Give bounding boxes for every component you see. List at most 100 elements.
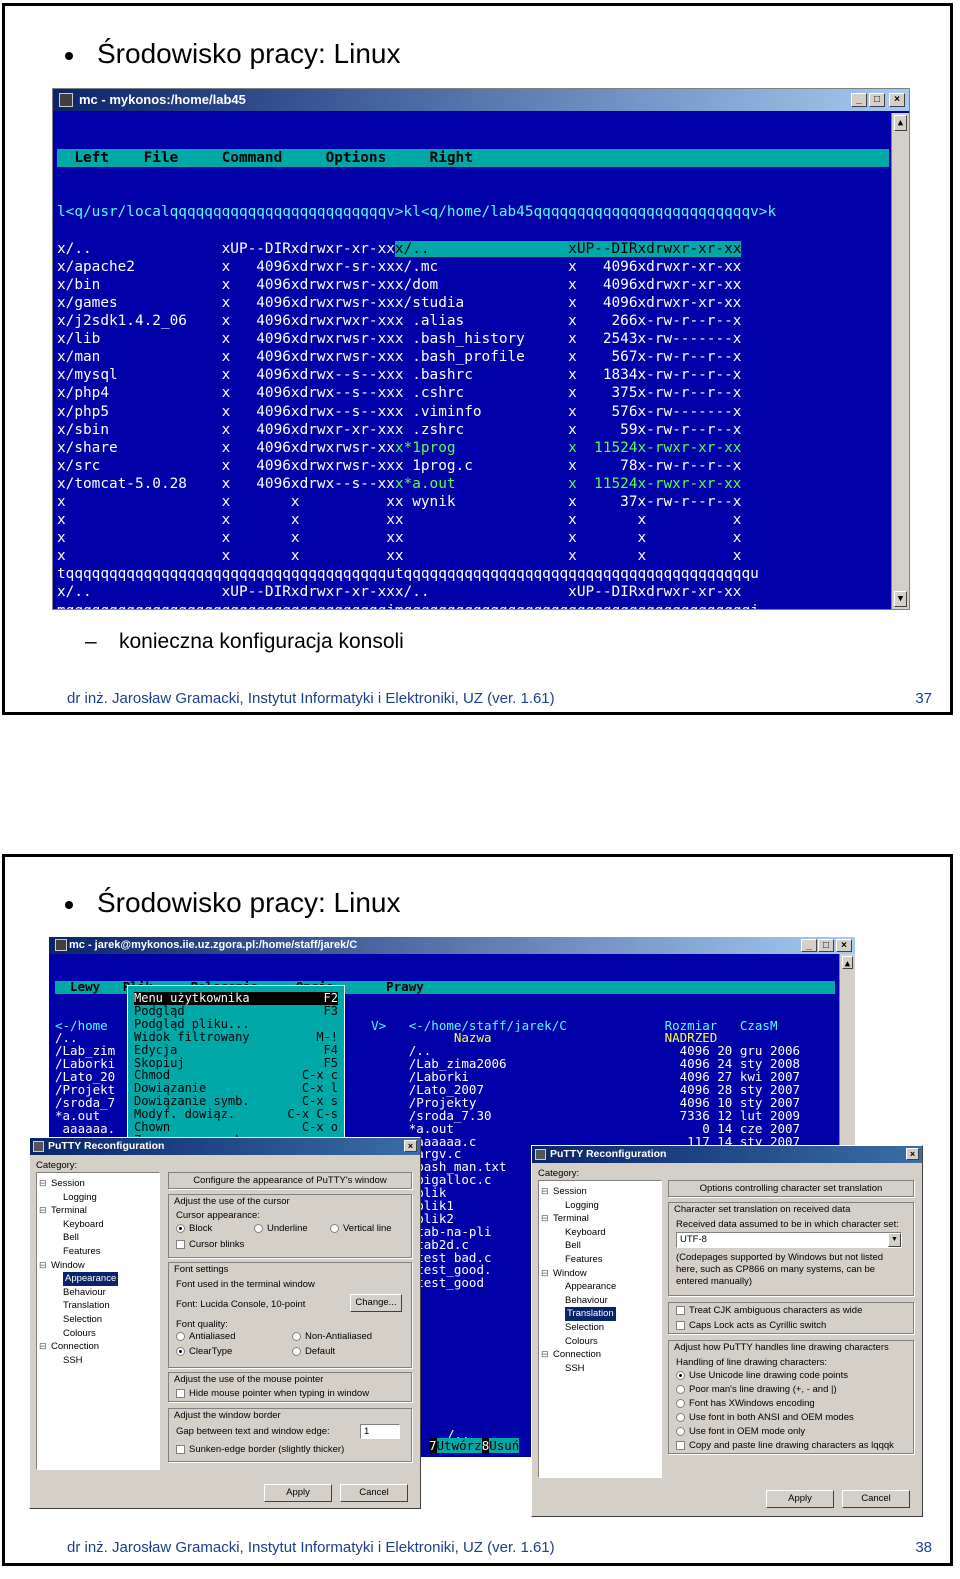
putty-reconfig-translation[interactable]: PuTTY Reconfiguration × Category: Session…	[531, 1145, 923, 1517]
maximize-icon[interactable]: □	[818, 939, 834, 952]
tree-item-bell[interactable]: Bell	[63, 1231, 79, 1245]
checkbox-hide-pointer[interactable]: Hide mouse pointer when typing in window	[176, 1388, 369, 1399]
radio-block[interactable]: Block	[176, 1223, 212, 1234]
cancel-button[interactable]: Cancel	[340, 1484, 408, 1502]
charset-select[interactable]: UTF-8 ▼	[676, 1232, 902, 1248]
apply-button[interactable]: Apply	[264, 1484, 332, 1502]
terminal-line[interactable]: x/.. xUP--DIRxdrwxr-xr-xxx/.. xUP--DIRxd…	[57, 240, 889, 258]
terminal-line[interactable]: x/share x 4096xdrwxrwsr-xxx*1prog x 1152…	[57, 439, 889, 457]
terminal-line[interactable]: x/games x 4096xdrwxrwsr-xxx/studia x 409…	[57, 294, 889, 312]
tree-item-window[interactable]: Window	[51, 1259, 85, 1273]
scrollbar[interactable]: ▲ ▼	[891, 113, 909, 609]
terminal-line[interactable]: x/lib x 4096xdrwxrwsr-xxx .bash_history …	[57, 330, 889, 348]
radio-poor-man[interactable]: Poor man's line drawing (+, - and |)	[676, 1384, 837, 1395]
close-icon[interactable]: ×	[404, 1140, 417, 1152]
apply-button[interactable]: Apply	[766, 1490, 834, 1508]
right-panel-line[interactable]: test_bad.c	[409, 1252, 491, 1265]
executable-entry[interactable]: x*1prog x 11524x-rwxr-xr-xx	[395, 440, 742, 456]
tree-item-terminal[interactable]: Terminal	[51, 1204, 87, 1218]
terminal-line[interactable]: x/man x 4096xdrwxrwsr-xxx .bash_profile …	[57, 348, 889, 366]
checkbox-cursor-blinks[interactable]: Cursor blinks	[176, 1239, 244, 1250]
tree-item-ssh[interactable]: SSH	[565, 1362, 585, 1376]
right-panel-line[interactable]: /sroda_7.30 7336 12 lut 2009	[409, 1110, 800, 1123]
tree-item-appearance[interactable]: Appearance	[63, 1272, 119, 1286]
right-panel-line[interactable]: *a.out 0 14 cze 2007	[409, 1123, 800, 1136]
radio-antialiased[interactable]: Antialiased	[176, 1331, 235, 1342]
terminal-screen[interactable]: Left File Command Options Right l<q/usr/…	[57, 113, 889, 609]
terminal-line[interactable]: x/sbin x 4096xdrwxr-xr-xxx .zshrc x 59x-…	[57, 421, 889, 439]
maximize-icon[interactable]: □	[869, 93, 885, 107]
terminal-line[interactable]: x/src x 4096xdrwxrwsr-xxx 1prog.c x 78x-…	[57, 457, 889, 475]
scroll-up-icon[interactable]: ▲	[842, 956, 853, 969]
terminal-line[interactable]: x/j2sdk1.4.2_06 x 4096xdrwxrwxr-xxx .ali…	[57, 312, 889, 330]
tree-item-behaviour[interactable]: Behaviour	[565, 1294, 608, 1308]
tree-item-logging[interactable]: Logging	[63, 1191, 97, 1205]
right-panel-line[interactable]: /Lato_2007 4096 28 sty 2007	[409, 1084, 800, 1097]
terminal-line[interactable]: x x x xx x x x	[57, 529, 889, 547]
radio-ansi-oem[interactable]: Use font in both ANSI and OEM modes	[676, 1412, 854, 1423]
right-panel-line[interactable]: test_good.	[409, 1264, 491, 1277]
terminal-line[interactable]: x/php5 x 4096xdrwx--s--xxx .viminfo x 57…	[57, 403, 889, 421]
tree-item-appearance[interactable]: Appearance	[565, 1280, 616, 1294]
terminal-line[interactable]: x x x xx wynik x 37x-rw-r--r--x	[57, 493, 889, 511]
tree-item-window[interactable]: Window	[553, 1267, 587, 1281]
right-panel-line[interactable]: /.. 4096 20 gru 2006	[409, 1045, 800, 1058]
fkey-label[interactable]: Usuń	[489, 1438, 520, 1453]
tree-item-selection[interactable]: Selection	[63, 1313, 102, 1327]
change-font-button[interactable]: Change...	[350, 1294, 402, 1312]
radio-vertical-line[interactable]: Vertical line	[330, 1223, 392, 1234]
tree-item-features[interactable]: Features	[63, 1245, 101, 1259]
tree-item-features[interactable]: Features	[565, 1253, 603, 1267]
right-panel-line[interactable]: <-/home/staff/jarek/C Rozmiar CzasM V>	[409, 1020, 835, 1033]
fkey-label[interactable]: Utwórz	[436, 1438, 482, 1453]
right-panel-line[interactable]: Nazwa NADRZED	[409, 1032, 717, 1045]
terminal-line[interactable]: x/apache2 x 4096xdrwxr-sr-xxx/.mc x 4096…	[57, 258, 889, 276]
executable-entry[interactable]: x*a.out x 11524x-rwxr-xr-xx	[395, 476, 742, 492]
minimize-icon[interactable]: _	[801, 939, 817, 952]
right-panel-line[interactable]: /Laborki 4096 27 kwi 2007	[409, 1071, 800, 1084]
radio-non-antialiased[interactable]: Non-Antialiased	[292, 1331, 372, 1342]
checkbox-sunken-border[interactable]: Sunken-edge border (slightly thicker)	[176, 1444, 344, 1455]
terminal-line[interactable]: x x x xx x x x	[57, 547, 889, 565]
terminal-line[interactable]: x x x xx x x x	[57, 511, 889, 529]
tree-item-connection[interactable]: Connection	[51, 1340, 99, 1354]
fkeys-bar[interactable]: 7Utwórz8Usuń	[429, 1438, 520, 1453]
checkbox-copy-paste[interactable]: Copy and paste line drawing characters a…	[676, 1440, 894, 1451]
tree-item-keyboard[interactable]: Keyboard	[63, 1218, 104, 1232]
gap-input[interactable]: 1	[360, 1424, 400, 1439]
radio-unicode[interactable]: Use Unicode line drawing code points	[676, 1370, 848, 1381]
mc-window[interactable]: mc - mykonos:/home/lab45 _ □ × Left File…	[52, 88, 910, 610]
radio-underline[interactable]: Underline	[254, 1223, 308, 1234]
tree-item-logging[interactable]: Logging	[565, 1199, 599, 1213]
tree-item-ssh[interactable]: SSH	[63, 1354, 83, 1368]
checkbox-capslock[interactable]: Caps Lock acts as Cyrillic switch	[676, 1320, 826, 1331]
tree-item-bell[interactable]: Bell	[565, 1239, 581, 1253]
minimize-icon[interactable]: _	[851, 93, 867, 107]
right-panel-line[interactable]: tab-na-pli	[409, 1226, 491, 1239]
radio-oem-only[interactable]: Use font in OEM mode only	[676, 1426, 805, 1437]
checkbox-cjk[interactable]: Treat CJK ambiguous characters as wide	[676, 1305, 862, 1316]
mc-menubar[interactable]: Left File Command Options Right	[57, 149, 889, 168]
cancel-button[interactable]: Cancel	[842, 1490, 910, 1508]
terminal-line[interactable]: x/php4 x 4096xdrwx--s--xxx .cshrc x 375x…	[57, 384, 889, 402]
tree-item-connection[interactable]: Connection	[553, 1348, 601, 1362]
category-tree[interactable]: Session ⊟ Logging Terminal ⊟ Keyboard Bell Feat…	[538, 1180, 662, 1478]
tree-item-behaviour[interactable]: Behaviour	[63, 1286, 106, 1300]
terminal-line[interactable]: x/bin x 4096xdrwxrwsr-xxx/dom x 4096xdrw…	[57, 276, 889, 294]
terminal-line[interactable]: x/tomcat-5.0.28 x 4096xdrwx--s--xxx*a.ou…	[57, 475, 889, 493]
scroll-down-icon[interactable]: ▼	[894, 591, 907, 607]
tree-item-colours[interactable]: Colours	[63, 1327, 96, 1341]
close-icon[interactable]: ×	[889, 93, 905, 107]
tree-item-keyboard[interactable]: Keyboard	[565, 1226, 606, 1240]
right-panel-line[interactable]: /Lab_zima2006 4096 24 sty 2008	[409, 1058, 800, 1071]
tree-item-colours[interactable]: Colours	[565, 1335, 598, 1349]
putty-reconfig-appearance[interactable]: PuTTY Reconfiguration × Category: Session…	[29, 1137, 421, 1509]
terminal-line[interactable]: x/mysql x 4096xdrwx--s--xxx .bashrc x 18…	[57, 366, 889, 384]
tree-item-translation[interactable]: Translation	[565, 1307, 616, 1321]
scroll-up-icon[interactable]: ▲	[894, 115, 907, 131]
close-icon[interactable]: ×	[906, 1148, 919, 1160]
right-panel-line[interactable]: /Projekty 4096 10 sty 2007	[409, 1097, 800, 1110]
radio-default[interactable]: Default	[292, 1346, 335, 1357]
tree-item-translation[interactable]: Translation	[63, 1299, 110, 1313]
tree-item-terminal[interactable]: Terminal	[553, 1212, 589, 1226]
